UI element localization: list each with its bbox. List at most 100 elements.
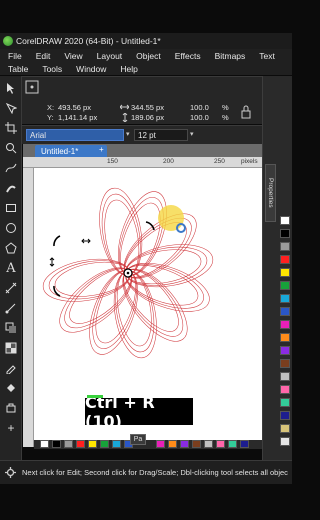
width-icon xyxy=(120,104,129,110)
rectangle-tool-icon[interactable] xyxy=(3,200,19,216)
font-name-dropdown[interactable]: Arial xyxy=(26,129,124,141)
menu-window[interactable]: Window xyxy=(68,64,112,74)
interactive-fill-tool-icon[interactable] xyxy=(3,380,19,396)
status-bar: Next click for Edit; Second click for Dr… xyxy=(0,460,292,484)
pick-tool-icon[interactable] xyxy=(3,80,19,96)
horizontal-ruler[interactable]: 150 200 250 pixels xyxy=(23,157,262,168)
document-palette-swatch[interactable] xyxy=(204,440,213,448)
transparency-tool-icon[interactable] xyxy=(3,340,19,356)
shortcut-overlay: Ctrl + R (10) xyxy=(85,393,193,431)
ellipse-tool-icon[interactable] xyxy=(3,220,19,236)
menu-bar-row2: Table Tools Window Help xyxy=(0,62,292,75)
scale-x-field[interactable]: 100.0 xyxy=(190,103,209,112)
parallel-dimension-tool-icon[interactable] xyxy=(3,280,19,296)
menu-help[interactable]: Help xyxy=(112,64,143,74)
palette-swatch[interactable] xyxy=(280,255,290,264)
font-size-dropdown[interactable]: 12 pt xyxy=(134,129,188,141)
palette-swatch[interactable] xyxy=(280,307,290,316)
palette-swatch[interactable] xyxy=(280,242,290,251)
scale-y-unit: % xyxy=(222,113,229,122)
click-highlight xyxy=(158,205,184,231)
palette-swatch[interactable] xyxy=(280,229,290,238)
document-palette-swatch[interactable] xyxy=(240,440,249,448)
skew-arrow-top-icon[interactable] xyxy=(81,238,91,244)
smart-fill-tool-icon[interactable] xyxy=(3,400,19,416)
palette-swatch[interactable] xyxy=(280,424,290,433)
text-tool-icon[interactable]: A xyxy=(3,260,19,276)
shape-tool-icon[interactable] xyxy=(3,100,19,116)
menu-view[interactable]: View xyxy=(56,51,88,61)
scale-x-unit: % xyxy=(222,103,229,112)
polygon-tool-icon[interactable] xyxy=(3,240,19,256)
menu-bitmaps[interactable]: Bitmaps xyxy=(207,51,252,61)
overlay-accent-bar xyxy=(87,395,103,398)
add-document-plus-icon[interactable]: + xyxy=(99,145,104,154)
zoom-tool-icon[interactable] xyxy=(3,140,19,156)
menu-edit[interactable]: Edit xyxy=(28,51,57,61)
menu-table[interactable]: Table xyxy=(0,64,34,74)
y-position-field[interactable]: 1,141.14 px xyxy=(58,113,97,122)
palette-swatch[interactable] xyxy=(280,268,290,277)
font-size-chevron-icon[interactable]: ▾ xyxy=(190,130,194,138)
object-position-icon xyxy=(25,80,39,94)
vertical-ruler[interactable] xyxy=(23,168,34,447)
palette-swatch[interactable] xyxy=(280,320,290,329)
rotate-arrow-top-left-icon[interactable] xyxy=(53,235,61,247)
document-palette-swatch[interactable] xyxy=(112,440,121,448)
menu-effects[interactable]: Effects xyxy=(167,51,207,61)
palette-swatch[interactable] xyxy=(280,216,290,225)
document-palette-swatch[interactable] xyxy=(216,440,225,448)
document-palette-swatch[interactable] xyxy=(180,440,189,448)
menu-file[interactable]: File xyxy=(0,51,28,61)
palette-swatch[interactable] xyxy=(280,411,290,420)
color-palette xyxy=(280,216,291,456)
drop-shadow-tool-icon[interactable] xyxy=(3,320,19,336)
palette-swatch[interactable] xyxy=(280,294,290,303)
document-tab[interactable]: Untitled-1* xyxy=(35,145,107,157)
add-tool-plus-icon[interactable]: + xyxy=(3,420,19,436)
palette-swatch[interactable] xyxy=(280,372,290,381)
menu-object[interactable]: Object xyxy=(128,51,167,61)
document-palette-swatch[interactable] xyxy=(52,440,61,448)
connector-tool-icon[interactable] xyxy=(3,300,19,316)
document-palette-swatch[interactable] xyxy=(192,440,201,448)
palette-swatch[interactable] xyxy=(280,398,290,407)
shortcut-text: Ctrl + R (10) xyxy=(85,392,155,431)
artistic-media-tool-icon[interactable] xyxy=(3,180,19,196)
palette-swatch[interactable] xyxy=(280,437,290,446)
palette-swatch[interactable] xyxy=(280,359,290,368)
document-palette-swatch[interactable] xyxy=(76,440,85,448)
settings-gear-icon[interactable] xyxy=(5,467,16,478)
document-palette-swatch[interactable] xyxy=(100,440,109,448)
height-field[interactable]: 189.06 px xyxy=(131,113,164,122)
palette-swatch[interactable] xyxy=(280,346,290,355)
document-palette-swatch[interactable] xyxy=(156,440,165,448)
window-title: CorelDRAW 2020 (64-Bit) - Untitled-1* xyxy=(16,36,161,46)
properties-docker-tab[interactable]: Properties xyxy=(265,164,276,222)
crop-tool-icon[interactable] xyxy=(3,120,19,136)
document-palette-swatch[interactable] xyxy=(168,440,177,448)
width-field[interactable]: 344.55 px xyxy=(131,103,164,112)
rotate-arrow-bottom-left-icon[interactable] xyxy=(53,285,61,297)
skew-arrow-left-icon[interactable] xyxy=(49,257,55,267)
document-palette-swatch[interactable] xyxy=(40,440,49,448)
scale-y-field[interactable]: 100.0 xyxy=(190,113,209,122)
palette-swatch[interactable] xyxy=(280,385,290,394)
palette-swatch[interactable] xyxy=(280,333,290,342)
lock-ratio-icon[interactable] xyxy=(240,105,252,119)
x-position-field[interactable]: 493.56 px xyxy=(58,103,91,112)
freehand-tool-icon[interactable] xyxy=(3,160,19,176)
page-tab[interactable]: Pa xyxy=(130,434,146,445)
menu-text[interactable]: Text xyxy=(251,51,281,61)
menu-tools[interactable]: Tools xyxy=(34,64,68,74)
document-palette-swatch[interactable] xyxy=(88,440,97,448)
menu-layout[interactable]: Layout xyxy=(89,51,129,61)
eyedropper-tool-icon[interactable] xyxy=(3,360,19,376)
palette-swatch[interactable] xyxy=(280,281,290,290)
rotation-center-dot-icon xyxy=(126,271,130,275)
ruler-label-250: 250 xyxy=(214,158,225,165)
document-palette-swatch[interactable] xyxy=(228,440,237,448)
document-palette-swatch[interactable] xyxy=(64,440,73,448)
font-name-value: Arial xyxy=(30,131,47,140)
font-dropdown-chevron-icon[interactable]: ▾ xyxy=(126,130,130,138)
